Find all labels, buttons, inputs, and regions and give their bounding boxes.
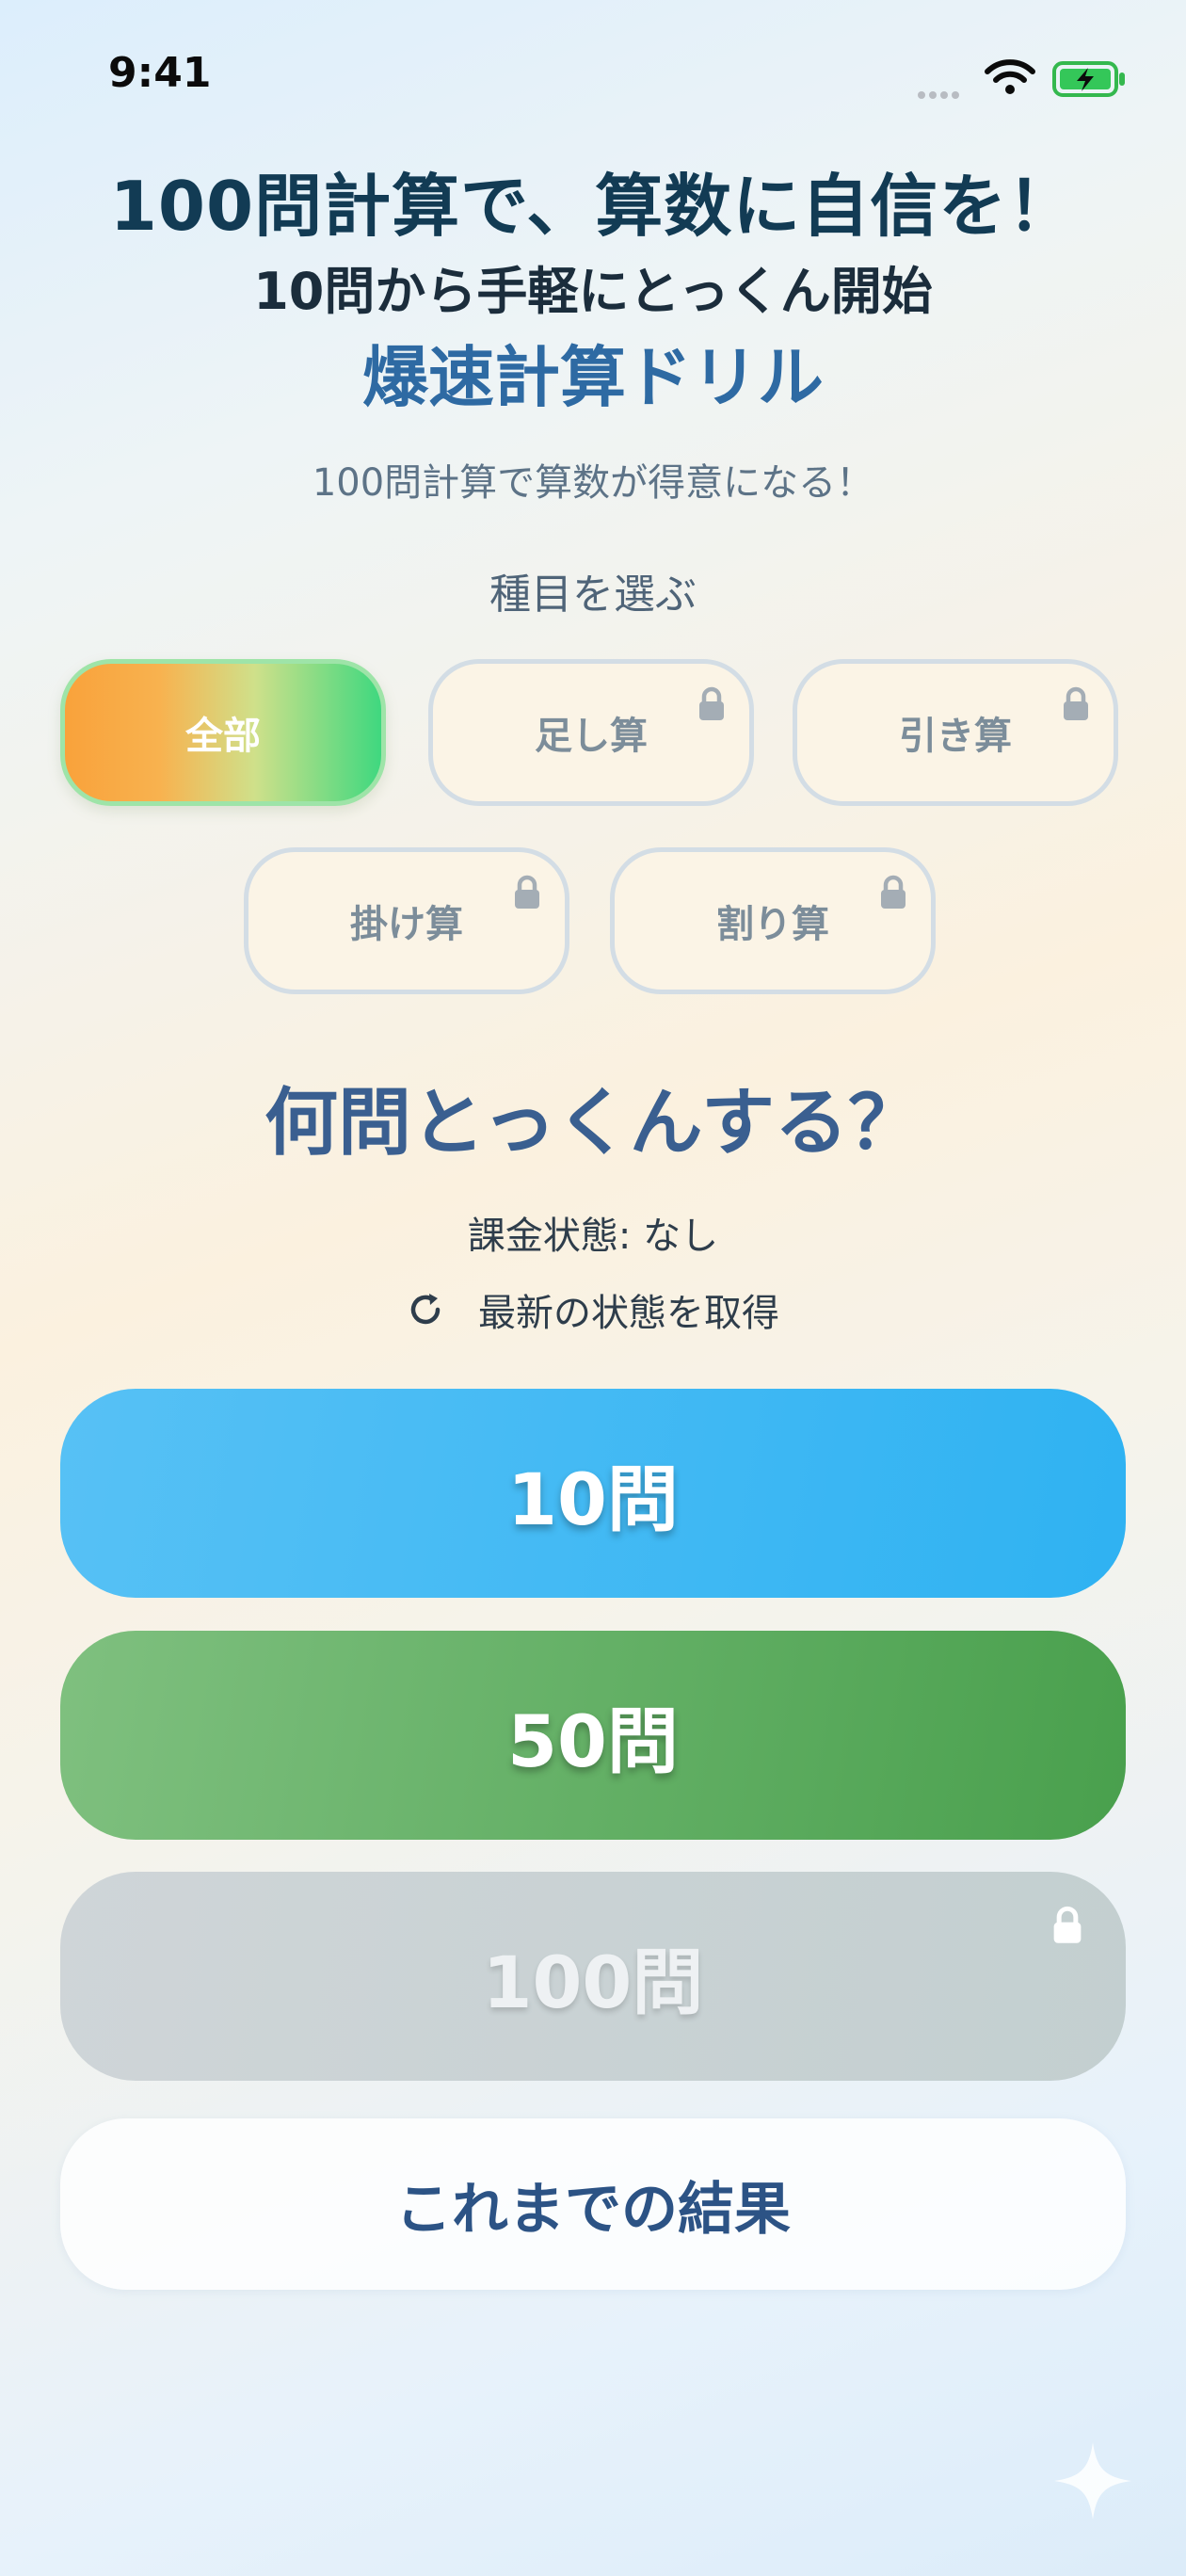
category-section-label: 種目を選ぶ — [489, 571, 697, 619]
lock-icon — [1064, 686, 1088, 720]
subheadline: 10問から手軽にとっくん開始 — [253, 262, 933, 321]
signal-dots-icon — [918, 85, 965, 99]
category-chip-all[interactable]: 全部 — [60, 659, 386, 806]
category-chip-multiplication[interactable]: 掛け算 — [244, 847, 569, 994]
headline: 100問計算で、算数に自信を！ — [109, 167, 1077, 246]
sparkle-icon — [1054, 2442, 1131, 2520]
category-chip-label: 掛け算 — [350, 903, 463, 946]
category-chip-label: 割り算 — [716, 903, 829, 946]
hundred-questions-button[interactable]: 100問 — [60, 1872, 1126, 2081]
refresh-status-button[interactable]: 最新の状態を取得 — [0, 1282, 1186, 1337]
billing-status: 課金状態: なし — [467, 1215, 719, 1258]
category-chip-subtraction[interactable]: 引き算 — [793, 659, 1118, 806]
question-title: 何問とっくんする？ — [264, 1081, 922, 1166]
category-chip-label: 引き算 — [899, 715, 1012, 758]
wifi-icon — [985, 59, 1035, 94]
status-bar: 9:41 — [0, 0, 1186, 141]
refresh-icon — [410, 1294, 441, 1325]
past-results-button[interactable]: これまでの結果 — [60, 2118, 1126, 2290]
category-chip-label: 全部 — [185, 715, 261, 758]
lock-icon — [699, 686, 724, 720]
lock-icon — [881, 875, 906, 909]
fifty-questions-button[interactable]: 50問 — [60, 1631, 1126, 1840]
category-chip-label: 足し算 — [535, 715, 648, 758]
ten-questions-button[interactable]: 10問 — [60, 1389, 1126, 1598]
lock-icon — [515, 875, 539, 909]
refresh-label: 最新の状態を取得 — [478, 1292, 779, 1335]
lock-icon — [1053, 1906, 1082, 1943]
app-title: 爆速計算ドリル — [362, 339, 824, 416]
battery-charging-icon — [1052, 61, 1125, 97]
tagline: 100問計算で算数が得意になる！ — [312, 461, 874, 505]
category-chip-addition[interactable]: 足し算 — [428, 659, 754, 806]
button-label: 100問 — [482, 1940, 704, 2024]
button-label: 50問 — [507, 1699, 679, 1783]
button-label: これまでの結果 — [395, 2176, 791, 2243]
category-chip-division[interactable]: 割り算 — [610, 847, 936, 994]
status-time: 9:41 — [108, 49, 212, 97]
button-label: 10問 — [507, 1457, 679, 1541]
